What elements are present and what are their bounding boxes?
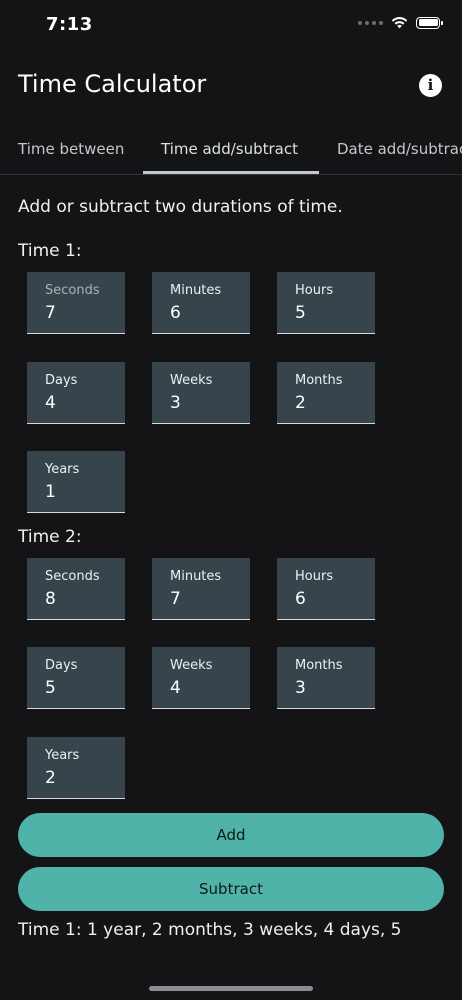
field-label: Minutes [170,569,222,584]
time1-years-field[interactable]: Years 1 [27,451,125,513]
info-icon[interactable]: i [419,74,442,97]
field-label: Hours [295,569,334,584]
field-label: Weeks [170,373,213,388]
time1-months-field[interactable]: Months 2 [277,362,375,424]
subtract-button[interactable]: Subtract [18,867,444,911]
field-value: 3 [295,678,306,698]
field-label: Weeks [170,658,213,673]
field-value: 3 [170,393,181,413]
field-value: 2 [295,393,306,413]
status-bar: 7:13 [0,0,462,50]
time1-seconds-field[interactable]: Seconds 7 [27,272,125,334]
field-value: 1 [45,482,56,502]
field-value: 6 [170,303,181,323]
field-label: Days [45,373,78,388]
field-label: Seconds [45,283,100,298]
field-label: Years [45,462,80,477]
time2-days-field[interactable]: Days 5 [27,647,125,709]
time1-weeks-field[interactable]: Weeks 3 [152,362,250,424]
battery-icon [416,16,443,29]
field-value: 6 [295,589,306,609]
time2-minutes-field[interactable]: Minutes 7 [152,558,250,620]
field-label: Hours [295,283,334,298]
field-label: Minutes [170,283,222,298]
field-value: 4 [170,678,181,698]
field-value: 7 [45,303,56,323]
wifi-icon [391,17,408,29]
time2-years-field[interactable]: Years 2 [27,737,125,799]
time2-weeks-field[interactable]: Weeks 4 [152,647,250,709]
field-value: 5 [295,303,306,323]
time2-seconds-field[interactable]: Seconds 8 [27,558,125,620]
time1-minutes-field[interactable]: Minutes 6 [152,272,250,334]
field-label: Years [45,748,80,763]
status-icons [358,16,443,29]
cellular-dots-icon [358,20,383,25]
field-value: 5 [45,678,56,698]
tab-date-add-subtract[interactable]: Date add/subtract [337,124,462,174]
add-button[interactable]: Add [18,813,444,857]
description-text: Add or subtract two durations of time. [18,197,343,217]
time1-hours-field[interactable]: Hours 5 [277,272,375,334]
field-value: 8 [45,589,56,609]
field-value: 2 [45,768,56,788]
field-value: 4 [45,393,56,413]
result-text: Time 1: 1 year, 2 months, 3 weeks, 4 day… [18,920,402,940]
field-label: Days [45,658,78,673]
field-label: Months [295,658,343,673]
time1-label: Time 1: [18,241,82,261]
home-indicator[interactable] [149,986,313,991]
field-label: Seconds [45,569,100,584]
page-title: Time Calculator [18,70,207,98]
field-value: 7 [170,589,181,609]
tab-time-between[interactable]: Time between [18,124,124,174]
time2-hours-field[interactable]: Hours 6 [277,558,375,620]
tab-time-add-subtract[interactable]: Time add/subtract [161,124,298,174]
active-tab-indicator [143,171,319,174]
status-time: 7:13 [46,14,93,35]
time1-days-field[interactable]: Days 4 [27,362,125,424]
field-label: Months [295,373,343,388]
time2-label: Time 2: [18,527,82,547]
tab-bar: Time between Time add/subtract Date add/… [0,124,462,175]
time2-months-field[interactable]: Months 3 [277,647,375,709]
